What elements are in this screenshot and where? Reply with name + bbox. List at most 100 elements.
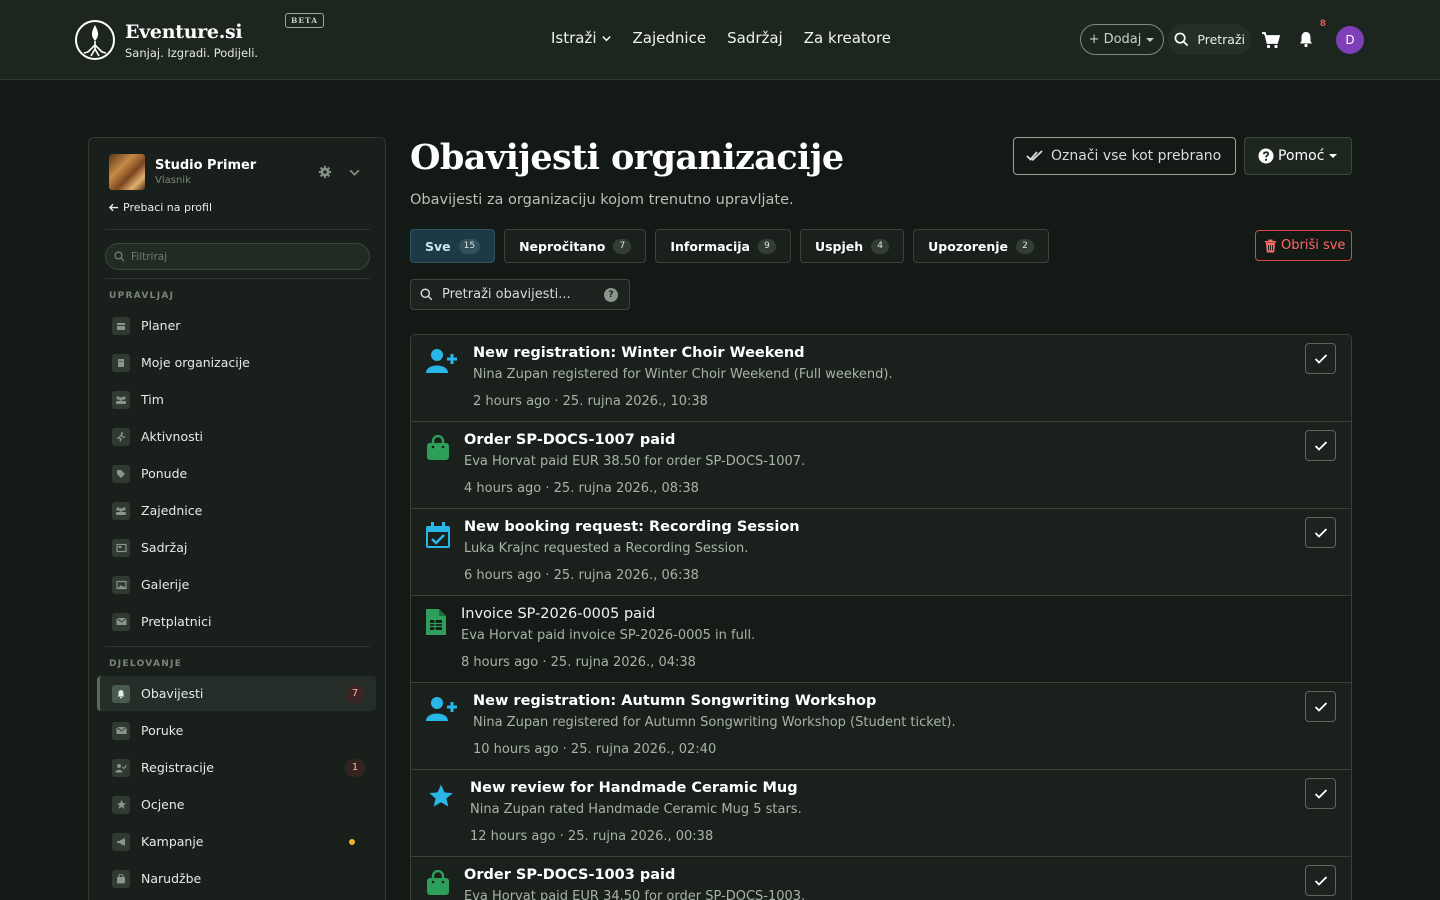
mark-read-button[interactable] bbox=[1305, 778, 1336, 809]
sidebar-item-label: Aktivnosti bbox=[141, 429, 204, 444]
sidebar-item-kampanje[interactable]: Kampanje bbox=[97, 824, 376, 859]
delete-all-button[interactable]: Obriši sve bbox=[1255, 230, 1352, 261]
tab-informacija[interactable]: Informacija 9 bbox=[655, 229, 791, 263]
check-icon bbox=[1314, 701, 1327, 712]
search-help-icon[interactable]: ? bbox=[604, 287, 618, 302]
notification-title: Invoice SP-2026-0005 paid bbox=[461, 606, 656, 622]
chevron-down-icon[interactable] bbox=[348, 166, 361, 179]
mark-all-label: Označi vse kot prebrano bbox=[1051, 148, 1222, 164]
gear-icon[interactable] bbox=[318, 165, 332, 179]
check-icon bbox=[1314, 353, 1327, 364]
new-indicator-dot bbox=[349, 838, 355, 845]
tab-count: 2 bbox=[1016, 238, 1035, 254]
sidebar-item-ponude[interactable]: Ponude bbox=[97, 456, 376, 491]
check-icon bbox=[1314, 788, 1327, 799]
newspaper-icon bbox=[112, 538, 130, 557]
notification-time: 6 hours ago · 25. rujna 2026., 06:38 bbox=[464, 568, 699, 583]
help-dropdown-button[interactable]: Pomoć bbox=[1244, 137, 1352, 175]
notification-count-badge: 8 bbox=[1319, 18, 1326, 29]
divider bbox=[105, 646, 370, 647]
filter-placeholder: Filtriraj bbox=[131, 250, 168, 263]
add-dropdown-button[interactable]: + Dodaj bbox=[1079, 24, 1165, 55]
org-name: Studio Primer bbox=[155, 158, 257, 173]
notification-item[interactable]: Order SP-DOCS-1003 paid Eva Horvat paid … bbox=[411, 857, 1351, 900]
notification-item[interactable]: New booking request: Recording Session L… bbox=[411, 509, 1351, 596]
org-role: Vlasnik bbox=[155, 175, 191, 186]
sidebar-item-label: Pretplatnici bbox=[141, 614, 212, 629]
notification-search-input[interactable]: Pretraži obavijesti... ? bbox=[410, 279, 630, 310]
page-title: Obavijesti organizacije bbox=[410, 137, 844, 178]
help-label: Pomoć bbox=[1278, 148, 1325, 164]
search-icon bbox=[114, 251, 125, 262]
switch-to-profile-link[interactable]: Prebaci na profil bbox=[108, 201, 212, 214]
mark-all-read-button[interactable]: Označi vse kot prebrano bbox=[1013, 137, 1236, 175]
mark-read-button[interactable] bbox=[1305, 517, 1336, 548]
sidebar-item-zajednice[interactable]: Zajednice bbox=[97, 493, 376, 528]
notification-item[interactable]: Order SP-DOCS-1007 paid Eva Horvat paid … bbox=[411, 422, 1351, 509]
notification-title: New review for Handmade Ceramic Mug bbox=[470, 780, 798, 796]
mark-read-button[interactable] bbox=[1305, 430, 1336, 461]
org-switcher[interactable]: Studio Primer Vlasnik bbox=[109, 154, 256, 190]
sidebar-item-obavijesti[interactable]: Obavijesti 7 bbox=[97, 676, 376, 711]
notification-item[interactable]: Invoice SP-2026-0005 paid Eva Horvat pai… bbox=[411, 596, 1351, 683]
tab-count: 15 bbox=[458, 238, 481, 254]
sidebar-item-registracije[interactable]: Registracije 1 bbox=[97, 750, 376, 785]
search-icon bbox=[1174, 32, 1189, 47]
sidebar-item-sadrzaj[interactable]: Sadržaj bbox=[97, 530, 376, 565]
sidebar-item-label: Ocjene bbox=[141, 797, 185, 812]
search-button[interactable]: Pretraži bbox=[1168, 24, 1251, 55]
calendar-icon bbox=[112, 316, 130, 335]
tab-label: Upozorenje bbox=[928, 238, 1009, 254]
user-check-icon bbox=[112, 758, 130, 777]
brand-logo[interactable]: Eventure.si Sanjaj. Izgradi. Podijeli. B… bbox=[74, 13, 325, 61]
star-icon bbox=[112, 795, 130, 814]
tab-upozorenje[interactable]: Upozorenje 2 bbox=[913, 229, 1050, 263]
tab-neprocitano[interactable]: Nepročitano 7 bbox=[504, 229, 647, 263]
notifications-button[interactable]: 8 bbox=[1297, 19, 1326, 50]
sidebar-item-label: Moje organizacije bbox=[141, 355, 250, 370]
arrow-left-icon bbox=[108, 203, 119, 212]
mark-read-button[interactable] bbox=[1305, 865, 1336, 896]
nav-sadrzaj[interactable]: Sadržaj bbox=[727, 29, 783, 47]
sidebar-item-poruke[interactable]: Poruke bbox=[97, 713, 376, 748]
divider bbox=[105, 229, 370, 230]
sidebar-item-moje-organizacije[interactable]: Moje organizacije bbox=[97, 345, 376, 380]
mark-read-button[interactable] bbox=[1305, 691, 1336, 722]
sidebar-item-narudzbe[interactable]: Narudžbe bbox=[97, 861, 376, 896]
nav-istrazi[interactable]: Istraži bbox=[551, 29, 612, 47]
question-circle-icon bbox=[1258, 148, 1274, 164]
sidebar-item-planer[interactable]: Planer bbox=[97, 308, 376, 343]
bell-icon bbox=[112, 684, 130, 703]
sidebar-filter-input[interactable]: Filtriraj bbox=[105, 243, 370, 270]
caret-down-icon bbox=[1329, 154, 1338, 158]
shopping-bag-icon bbox=[422, 434, 454, 462]
notification-item[interactable]: New review for Handmade Ceramic Mug Nina… bbox=[411, 770, 1351, 857]
sidebar-item-tim[interactable]: Tim bbox=[97, 382, 376, 417]
notification-time: 8 hours ago · 25. rujna 2026., 04:38 bbox=[461, 655, 696, 670]
user-avatar[interactable]: D bbox=[1336, 25, 1364, 54]
nav-zajednice[interactable]: Zajednice bbox=[633, 29, 707, 47]
notification-item[interactable]: New registration: Autumn Songwriting Wor… bbox=[411, 683, 1351, 770]
sidebar-item-ocjene[interactable]: Ocjene bbox=[97, 787, 376, 822]
sidebar-item-galerije[interactable]: Galerije bbox=[97, 567, 376, 602]
mark-read-button[interactable] bbox=[1305, 343, 1336, 374]
add-label: + Dodaj bbox=[1088, 32, 1142, 47]
unread-count-badge: 1 bbox=[345, 758, 365, 777]
sidebar-item-aktivnosti[interactable]: Aktivnosti bbox=[97, 419, 376, 454]
cart-icon[interactable] bbox=[1261, 30, 1281, 50]
sidebar-item-pretplatnici[interactable]: Pretplatnici bbox=[97, 604, 376, 639]
sidebar-item-label: Galerije bbox=[141, 577, 190, 592]
nav-za-kreatore[interactable]: Za kreatore bbox=[804, 29, 891, 47]
notification-title: New booking request: Recording Session bbox=[464, 519, 800, 535]
sidebar-item-label: Planer bbox=[141, 318, 181, 333]
brand-name: Eventure.si bbox=[125, 21, 243, 43]
star-icon bbox=[425, 782, 457, 810]
sidebar-item-label: Narudžbe bbox=[141, 871, 202, 886]
tab-uspjeh[interactable]: Uspjeh 4 bbox=[799, 229, 905, 263]
notification-title: Order SP-DOCS-1007 paid bbox=[464, 432, 676, 448]
running-icon bbox=[112, 427, 130, 446]
notification-item[interactable]: New registration: Winter Choir Weekend N… bbox=[411, 335, 1351, 422]
check-icon bbox=[1314, 440, 1327, 451]
tab-sve[interactable]: Sve 15 bbox=[410, 229, 496, 263]
notification-body: Nina Zupan registered for Autumn Songwri… bbox=[473, 715, 956, 730]
